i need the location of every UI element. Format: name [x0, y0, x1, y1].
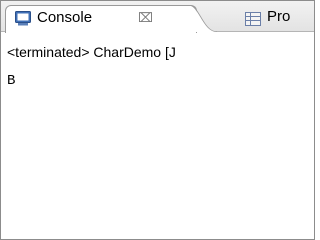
- console-icon: [15, 11, 31, 31]
- tab-curve: [189, 5, 218, 32]
- process-status-line: <terminated> CharDemo [J: [7, 44, 176, 60]
- tab-properties-label: Pro: [267, 8, 291, 25]
- console-output[interactable]: B: [7, 73, 15, 89]
- close-icon[interactable]: ⌧: [138, 10, 153, 26]
- tab-console-label: Console: [37, 9, 93, 26]
- tab-properties[interactable]: Pro: [225, 8, 314, 31]
- view-tab-bar: Console ⌧ Pro: [1, 1, 314, 33]
- console-view: Console ⌧ Pro <terminated> CharDemo [J B: [0, 0, 315, 240]
- properties-icon: [245, 12, 261, 31]
- tab-console[interactable]: Console ⌧: [5, 5, 197, 33]
